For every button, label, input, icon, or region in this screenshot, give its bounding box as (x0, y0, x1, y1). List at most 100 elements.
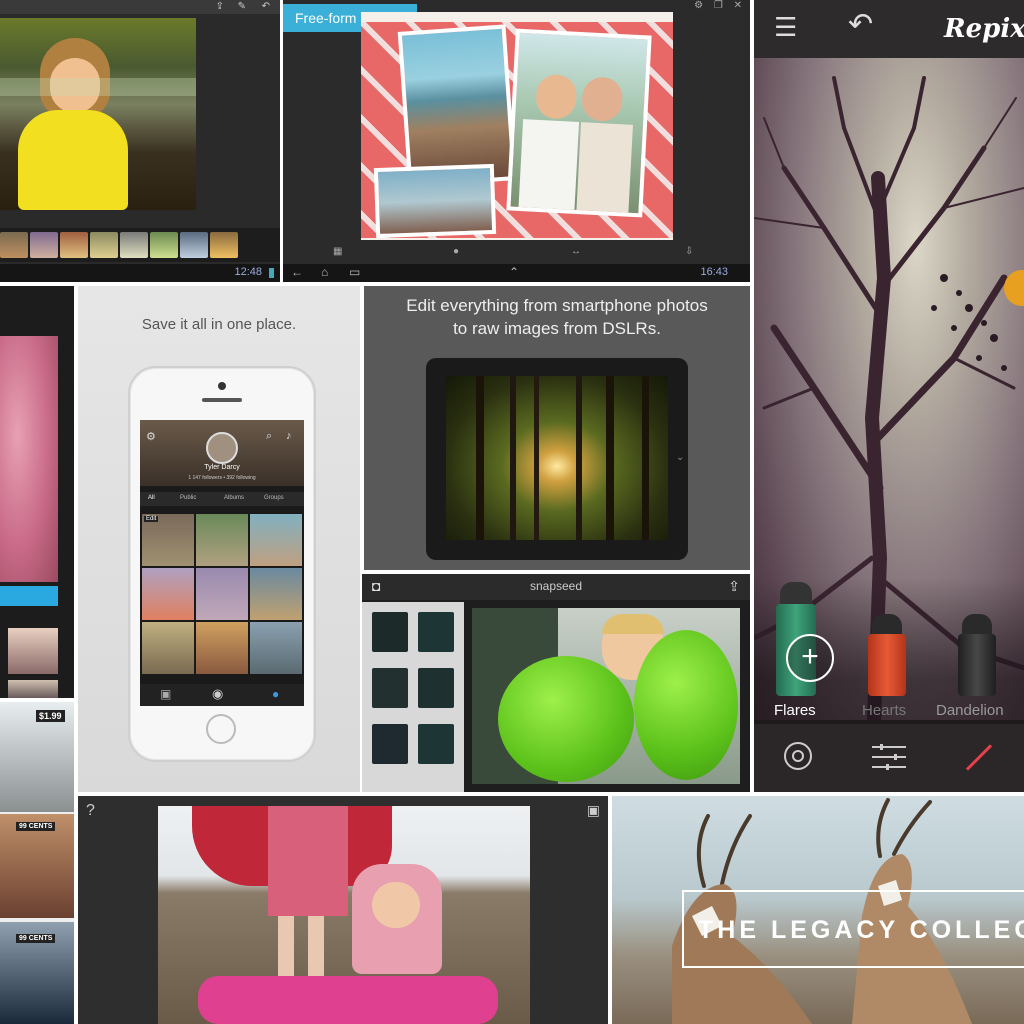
brush-label-flares: Flares (774, 702, 816, 719)
lightroom-caption-line2: to raw images from DSLRs. (453, 319, 661, 338)
copy-icon[interactable]: ❐ (714, 0, 723, 11)
price-tag: $1.99 (36, 710, 65, 722)
tab-albums[interactable]: Albums (224, 495, 244, 501)
profile-tabs: All Public Albums Groups (140, 492, 304, 506)
tool-grid (362, 602, 464, 792)
price-tag: 99 CENTS (16, 934, 56, 943)
image-icon[interactable]: ▣ (587, 802, 600, 819)
legacy-title: THE LEGACY COLLEC (698, 916, 1024, 944)
settings-icon[interactable]: ⚙ (146, 430, 156, 443)
tool-tile[interactable] (372, 724, 408, 764)
filter-thumb[interactable] (210, 232, 238, 258)
flickr-caption: Save it all in one place. (141, 316, 297, 333)
small-thumb[interactable] (8, 680, 58, 698)
top-icons: ⚙ ❐ ✕ (694, 0, 742, 11)
collage-photo-coast[interactable] (397, 24, 517, 188)
children-cloth-photo (158, 806, 530, 1024)
grid-photo[interactable]: Edit (142, 514, 194, 566)
undo-icon[interactable]: ↶ (262, 1, 270, 12)
sticker-icon[interactable]: ● (453, 246, 459, 257)
notifications-icon[interactable]: ♪ (286, 430, 292, 442)
grid-photo[interactable] (250, 622, 302, 674)
layout-icon[interactable]: ▦ (333, 246, 342, 257)
iphone-screen: ⚙ ⌕ ♪ Tyler Darcy 1 147 followers • 392 … (140, 420, 304, 706)
tab-public[interactable]: Public (180, 495, 196, 501)
collage-photo-city[interactable] (373, 163, 497, 239)
legacy-collection-panel: THE LEGACY COLLEC (612, 796, 1024, 1024)
share-icon[interactable]: ⇪ (216, 1, 224, 12)
tool-tile[interactable] (418, 612, 454, 652)
download-icon[interactable]: ⇩ (685, 246, 693, 257)
back-icon[interactable]: ← (291, 265, 303, 279)
lightroom-caption-line1: Edit everything from smartphone photos (406, 296, 708, 315)
girl-in-yellow-photo (0, 18, 196, 210)
small-thumb[interactable] (8, 628, 58, 674)
photo-viewer-panel: ? ▣ (78, 796, 608, 1024)
tool-tile[interactable] (372, 668, 408, 708)
resize-icon[interactable]: ↔ (571, 246, 581, 257)
menu-up-icon[interactable]: ⌃ (509, 265, 519, 279)
settings-icon[interactable]: ⚙ (694, 0, 703, 11)
photo-grid: Edit (140, 512, 304, 682)
tab-all[interactable]: All (148, 495, 155, 501)
grid-photo[interactable] (142, 568, 194, 620)
grid-photo[interactable] (196, 514, 248, 566)
boy-balloons-photo (472, 608, 740, 784)
chevron-down-icon[interactable]: ⌄ (676, 452, 684, 463)
filter-thumb[interactable] (90, 232, 118, 258)
filter-thumb[interactable] (180, 232, 208, 258)
edit-icon[interactable]: ✎ (238, 1, 246, 12)
delete-icon[interactable]: ✕ (734, 0, 742, 11)
prints-panel: $1.99 99 CENTS 99 CENTS (0, 702, 74, 1024)
tool-tile[interactable] (418, 668, 454, 708)
snapseed-title: snapseed (529, 579, 583, 593)
green-balloon (634, 630, 738, 780)
price-tag: 99 CENTS (16, 822, 56, 831)
filter-thumb[interactable] (0, 232, 28, 258)
grid-photo[interactable] (196, 568, 248, 620)
profile-icon[interactable]: ● (272, 687, 279, 701)
brush-pen-icon[interactable] (965, 744, 993, 771)
forest-sunset-photo (446, 376, 668, 540)
brush-flares[interactable]: + (776, 582, 834, 696)
brush-label-dandelion: Dandelion (936, 702, 1004, 719)
edit-label[interactable]: Edit (144, 516, 159, 522)
collage-photo-couple[interactable] (506, 28, 652, 218)
brush-dandelion[interactable] (958, 614, 996, 696)
pink-texture-panel (0, 286, 74, 698)
tool-tile[interactable] (418, 724, 454, 764)
filter-thumb[interactable] (120, 232, 148, 258)
grid-photo[interactable] (142, 622, 194, 674)
battery-icon (269, 268, 274, 278)
undo-icon[interactable]: ↶ (848, 10, 873, 40)
hamburger-menu-icon[interactable]: ☰ (774, 14, 797, 40)
camera-icon[interactable]: ◉ (212, 686, 223, 702)
share-icon[interactable]: ⇪ (728, 578, 740, 595)
brush-hearts[interactable] (868, 614, 906, 696)
snapseed-header: ◘ snapseed ⇪ (362, 574, 750, 600)
brush-tray: + Flares Hearts Dandelion (754, 578, 1024, 724)
filter-strip (0, 228, 280, 262)
adjustments-icon[interactable] (872, 744, 906, 770)
help-icon[interactable]: ? (86, 802, 95, 820)
recent-apps-icon[interactable]: ▭ (349, 265, 360, 279)
tool-tile[interactable] (372, 612, 408, 652)
grid-photo[interactable] (250, 568, 302, 620)
gallery-icon[interactable]: ▣ (160, 687, 171, 701)
toolbar: ↶ ✎ ⇪ (0, 0, 280, 14)
grid-photo[interactable] (196, 622, 248, 674)
pink-texture-photo (0, 336, 58, 582)
filter-thumb[interactable] (150, 232, 178, 258)
grid-photo[interactable] (250, 514, 302, 566)
filter-thumb[interactable] (60, 232, 88, 258)
filter-thumb[interactable] (30, 232, 58, 258)
iphone-device: ⚙ ⌕ ♪ Tyler Darcy 1 147 followers • 392 … (128, 366, 316, 762)
target-icon[interactable] (784, 742, 812, 770)
legacy-title-box: THE LEGACY COLLEC (682, 890, 1024, 968)
avatar[interactable] (206, 432, 238, 464)
home-icon[interactable]: ⌂ (321, 265, 328, 279)
collage-editor-panel: Free-form collage ⚙ ❐ ✕ ▦ ● ↔ ⇩ ← ⌂ ▭ ⌃ … (283, 0, 750, 282)
search-icon[interactable]: ⌕ (266, 430, 272, 443)
add-brush-icon[interactable]: + (786, 634, 834, 682)
tab-groups[interactable]: Groups (264, 495, 284, 501)
